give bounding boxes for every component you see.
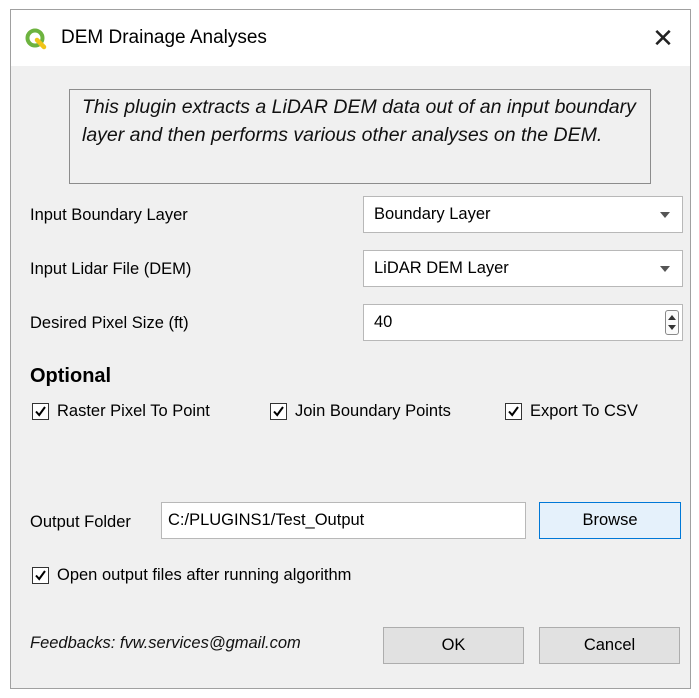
spin-down-icon[interactable] xyxy=(668,325,676,330)
browse-button-label: Browse xyxy=(582,511,638,529)
dialog-window: DEM Drainage Analyses ✕ This plugin extr… xyxy=(10,9,691,689)
boundary-layer-combo[interactable]: Boundary Layer xyxy=(363,196,683,233)
title-bar: DEM Drainage Analyses ✕ xyxy=(11,10,690,66)
raster-pixel-to-point-checkbox[interactable]: Raster Pixel To Point xyxy=(32,402,210,421)
optional-section-title: Optional xyxy=(30,365,112,387)
window-title: DEM Drainage Analyses xyxy=(61,27,267,48)
open-output-files-label: Open output files after running algorith… xyxy=(57,566,352,584)
checkbox-box[interactable] xyxy=(32,567,49,584)
browse-button[interactable]: Browse xyxy=(539,502,681,539)
checkbox-box[interactable] xyxy=(270,403,287,420)
lidar-file-combo[interactable]: LiDAR DEM Layer xyxy=(363,250,683,287)
output-folder-input[interactable]: C:/PLUGINS1/Test_Output xyxy=(161,502,526,539)
pixel-size-value: 40 xyxy=(374,313,393,331)
output-folder-label: Output Folder xyxy=(30,513,131,531)
checkmark-icon xyxy=(35,570,46,581)
checkmark-icon xyxy=(508,406,519,417)
ok-button[interactable]: OK xyxy=(383,627,524,664)
pixel-size-spinbox[interactable]: 40 xyxy=(363,304,683,341)
feedback-email: Feedbacks: fvw.services@gmail.com xyxy=(30,634,301,652)
checkbox-box[interactable] xyxy=(505,403,522,420)
boundary-layer-value: Boundary Layer xyxy=(374,205,491,223)
export-to-csv-checkbox[interactable]: Export To CSV xyxy=(505,402,638,421)
plugin-description: This plugin extracts a LiDAR DEM data ou… xyxy=(69,89,651,184)
qgis-icon xyxy=(25,28,47,50)
lidar-file-label: Input Lidar File (DEM) xyxy=(30,260,192,278)
spin-up-icon[interactable] xyxy=(668,315,676,320)
export-to-csv-label: Export To CSV xyxy=(530,402,638,420)
pixel-size-label: Desired Pixel Size (ft) xyxy=(30,314,189,332)
join-boundary-points-checkbox[interactable]: Join Boundary Points xyxy=(270,402,451,421)
spin-buttons[interactable] xyxy=(665,310,679,335)
checkmark-icon xyxy=(35,406,46,417)
lidar-file-value: LiDAR DEM Layer xyxy=(374,259,509,277)
join-boundary-points-label: Join Boundary Points xyxy=(295,402,451,420)
checkbox-box[interactable] xyxy=(32,403,49,420)
chevron-down-icon xyxy=(660,212,670,218)
open-output-files-checkbox[interactable]: Open output files after running algorith… xyxy=(32,566,351,585)
close-button[interactable]: ✕ xyxy=(642,18,684,58)
cancel-button[interactable]: Cancel xyxy=(539,627,680,664)
raster-pixel-to-point-label: Raster Pixel To Point xyxy=(57,402,210,420)
boundary-layer-label: Input Boundary Layer xyxy=(30,206,188,224)
chevron-down-icon xyxy=(660,266,670,272)
checkmark-icon xyxy=(273,406,284,417)
ok-button-label: OK xyxy=(441,636,466,654)
close-icon: ✕ xyxy=(652,22,674,53)
cancel-button-label: Cancel xyxy=(583,636,636,654)
output-folder-value: C:/PLUGINS1/Test_Output xyxy=(168,511,365,529)
